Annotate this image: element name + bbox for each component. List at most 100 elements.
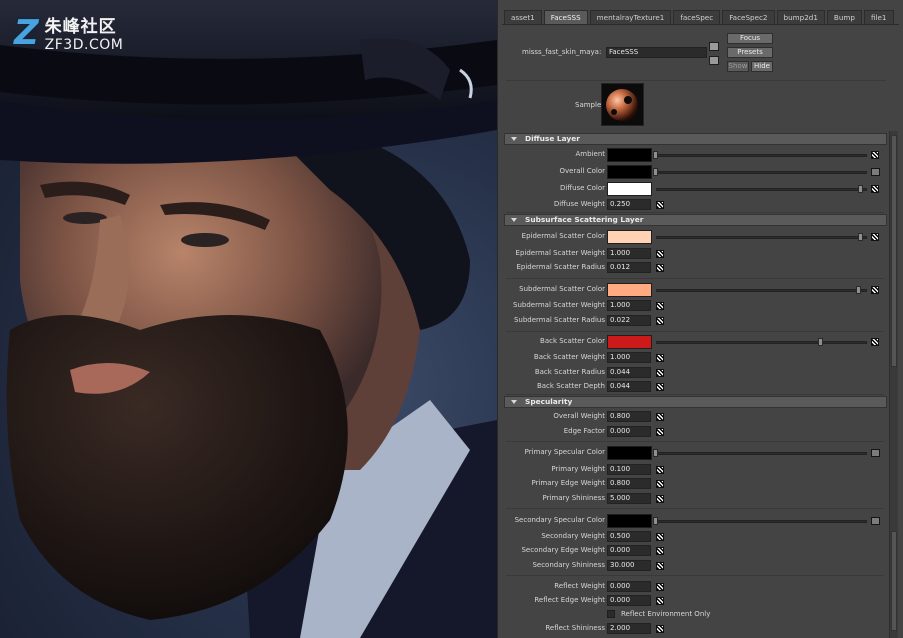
back-scatter-depth-map-button-icon[interactable] <box>656 383 664 391</box>
diffuse-color-slider-knob[interactable] <box>858 185 863 193</box>
section-title: Diffuse Layer <box>525 134 580 143</box>
epidermal-color-swatch[interactable] <box>607 230 652 244</box>
subdermal-weight-field[interactable]: 1.000 <box>607 300 651 311</box>
secondary-specular-color-slider-knob[interactable] <box>653 517 658 525</box>
subdermal-color-label: Subdermal Scatter Color <box>519 285 605 293</box>
overall-color-swatch[interactable] <box>607 165 652 179</box>
epidermal-color-slider-knob[interactable] <box>858 233 863 241</box>
tab-bump[interactable]: Bump <box>826 10 862 25</box>
primary-weight-label: Primary Weight <box>551 465 605 473</box>
primary-specular-color-swatch[interactable] <box>607 446 652 460</box>
diffuse-color-slider[interactable] <box>656 188 867 191</box>
subdermal-color-slider-knob[interactable] <box>856 286 861 294</box>
reflect-edge-weight-map-button-icon[interactable] <box>656 597 664 605</box>
overall-color-slider-knob[interactable] <box>653 168 658 176</box>
epidermal-color-slider[interactable] <box>656 236 867 239</box>
input-connection-icon[interactable] <box>709 42 719 51</box>
back-scatter-color-slider-knob[interactable] <box>818 338 823 346</box>
diffuse-group: Ambient Overall Color Diffuse Color Diff… <box>506 147 884 213</box>
primary-shininess-field[interactable]: 5.000 <box>607 493 651 504</box>
subdermal-radius-map-button-icon[interactable] <box>656 317 664 325</box>
subdermal-color-map-button-icon[interactable] <box>871 286 879 294</box>
edge-factor-field[interactable]: 0.000 <box>607 426 651 437</box>
reflect-shininess-field[interactable]: 2.000 <box>607 623 651 634</box>
tab-asset1[interactable]: asset1 <box>504 10 542 25</box>
show-button[interactable]: Show <box>727 61 749 72</box>
secondary-specular-color-slider[interactable] <box>656 520 867 523</box>
hide-button[interactable]: Hide <box>751 61 773 72</box>
back-scatter-radius-map-button-icon[interactable] <box>656 369 664 377</box>
epidermal-color-map-button-icon[interactable] <box>871 233 879 241</box>
overall-weight-field[interactable]: 0.800 <box>607 411 651 422</box>
primary-weight-field[interactable]: 0.100 <box>607 464 651 475</box>
secondary-specular-color-swatch[interactable] <box>607 514 652 528</box>
epidermal-radius-map-button-icon[interactable] <box>656 264 664 272</box>
presets-button[interactable]: Presets <box>727 47 773 58</box>
reflect-env-only-checkbox[interactable] <box>607 610 615 618</box>
section-diffuse-layer[interactable]: Diffuse Layer <box>504 133 887 145</box>
tab-facespec2[interactable]: FaceSpec2 <box>722 10 775 25</box>
primary-specular-connection-icon[interactable] <box>871 449 880 457</box>
diffuse-color-map-button-icon[interactable] <box>871 185 879 193</box>
epidermal-weight-field[interactable]: 1.000 <box>607 248 651 259</box>
primary-shininess-label: Primary Shininess <box>542 494 605 502</box>
primary-weight-map-button-icon[interactable] <box>656 466 664 474</box>
primary-specular-color-slider-knob[interactable] <box>653 449 658 457</box>
scroll-thumb[interactable] <box>891 135 897 367</box>
output-connection-icon[interactable] <box>709 56 719 65</box>
back-scatter-weight-map-button-icon[interactable] <box>656 354 664 362</box>
secondary-shininess-map-button-icon[interactable] <box>656 562 664 570</box>
overall-color-slider[interactable] <box>656 171 867 174</box>
material-sample-swatch[interactable] <box>601 83 644 126</box>
primary-specular-color-slider[interactable] <box>656 452 867 455</box>
subdermal-radius-field[interactable]: 0.022 <box>607 315 651 326</box>
back-scatter-weight-field[interactable]: 1.000 <box>607 352 651 363</box>
subdermal-weight-map-button-icon[interactable] <box>656 302 664 310</box>
secondary-weight-map-button-icon[interactable] <box>656 533 664 541</box>
overall-weight-map-button-icon[interactable] <box>656 413 664 421</box>
section-specularity[interactable]: Specularity <box>504 396 887 408</box>
subdermal-color-swatch[interactable] <box>607 283 652 297</box>
reflect-edge-weight-field[interactable]: 0.000 <box>607 595 651 606</box>
secondary-edge-weight-field[interactable]: 0.000 <box>607 545 651 556</box>
secondary-specular-connection-icon[interactable] <box>871 517 880 525</box>
ambient-slider-knob[interactable] <box>653 151 658 159</box>
ambient-color-swatch[interactable] <box>607 148 652 162</box>
primary-shininess-map-button-icon[interactable] <box>656 495 664 503</box>
back-scatter-color-slider[interactable] <box>656 341 867 344</box>
tab-facespec[interactable]: faceSpec <box>673 10 721 25</box>
epidermal-weight-map-button-icon[interactable] <box>656 250 664 258</box>
tab-mentalraytexture1[interactable]: mentalrayTexture1 <box>589 10 672 25</box>
secondary-shininess-field[interactable]: 30.000 <box>607 560 651 571</box>
back-scatter-depth-field[interactable]: 0.044 <box>607 381 651 392</box>
section-subsurface-scattering[interactable]: Subsurface Scattering Layer <box>504 214 887 226</box>
diffuse-color-swatch[interactable] <box>607 182 652 196</box>
secondary-weight-field[interactable]: 0.500 <box>607 531 651 542</box>
reflect-weight-field[interactable]: 0.000 <box>607 581 651 592</box>
secondary-edge-weight-map-button-icon[interactable] <box>656 547 664 555</box>
back-scatter-color-map-button-icon[interactable] <box>871 338 879 346</box>
focus-button[interactable]: Focus <box>727 33 773 44</box>
diffuse-weight-field[interactable]: 0.250 <box>607 199 651 210</box>
ambient-slider[interactable] <box>656 154 867 157</box>
primary-edge-weight-field[interactable]: 0.800 <box>607 478 651 489</box>
subdermal-color-slider[interactable] <box>656 289 867 292</box>
diffuse-weight-map-button-icon[interactable] <box>656 201 664 209</box>
back-scatter-radius-field[interactable]: 0.044 <box>607 367 651 378</box>
node-name-field[interactable]: FaceSSS <box>606 47 707 58</box>
tab-bump2d1[interactable]: bump2d1 <box>776 10 825 25</box>
tab-facesss[interactable]: FaceSSS <box>543 10 588 25</box>
reflect-weight-map-button-icon[interactable] <box>656 583 664 591</box>
subdermal-weight-label: Subdermal Scatter Weight <box>513 301 605 309</box>
reflect-shininess-map-button-icon[interactable] <box>656 625 664 633</box>
editor-scrollbar[interactable] <box>889 131 898 638</box>
ambient-map-button-icon[interactable] <box>871 151 879 159</box>
overall-color-connection-icon[interactable] <box>871 168 880 176</box>
tab-file1[interactable]: file1 <box>863 10 894 25</box>
subdermal-radius-label: Subdermal Scatter Radius <box>513 316 605 324</box>
edge-factor-map-button-icon[interactable] <box>656 428 664 436</box>
back-scatter-color-swatch[interactable] <box>607 335 652 349</box>
primary-edge-weight-map-button-icon[interactable] <box>656 480 664 488</box>
scroll-thumb-lower[interactable] <box>891 531 897 631</box>
epidermal-radius-field[interactable]: 0.012 <box>607 262 651 273</box>
